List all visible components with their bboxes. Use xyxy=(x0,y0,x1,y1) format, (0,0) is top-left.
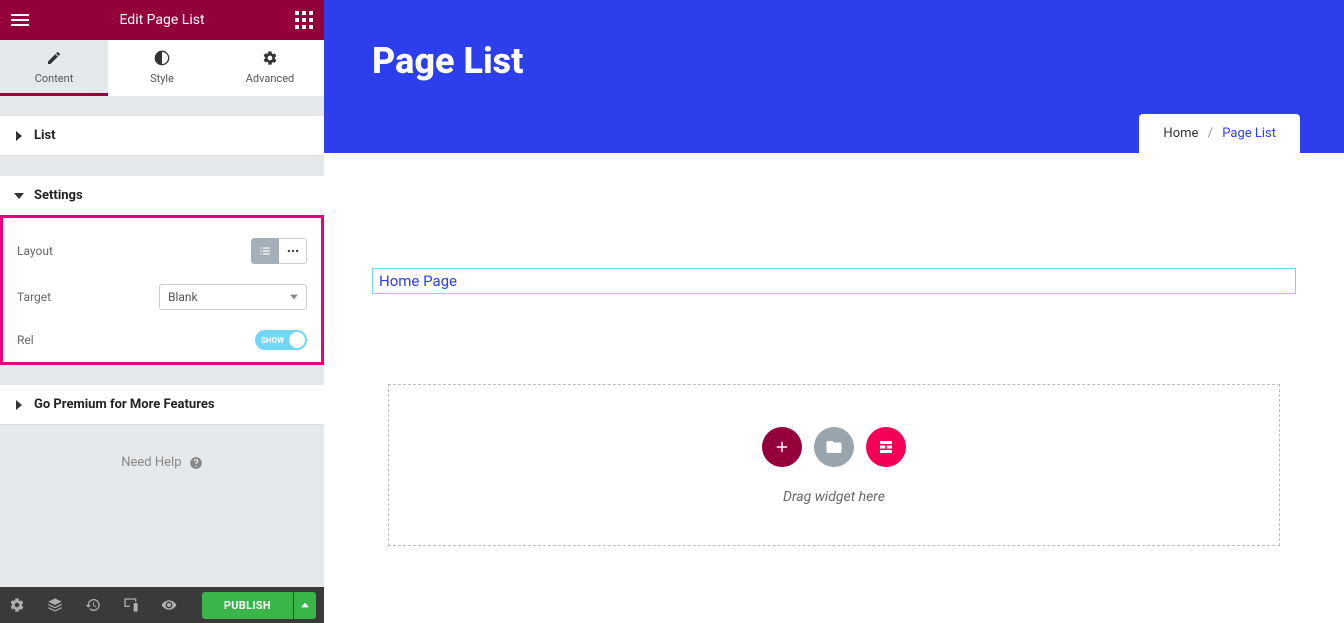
add-section-button[interactable] xyxy=(762,427,802,467)
section-list-label: List xyxy=(34,128,56,143)
caret-down-icon xyxy=(290,293,298,301)
spacer xyxy=(0,365,324,385)
page-list-widget[interactable]: Home Page xyxy=(372,268,1296,294)
panel-tabs: Content Style Advanced xyxy=(0,40,324,96)
target-select[interactable]: Blank xyxy=(159,284,307,310)
section-premium-label: Go Premium for More Features xyxy=(34,397,215,412)
section-settings[interactable]: Settings xyxy=(0,176,324,215)
breadcrumb: Home / Page List xyxy=(1139,114,1300,153)
preview-button[interactable] xyxy=(160,596,178,614)
responsive-button[interactable] xyxy=(122,596,140,614)
panel-header: Edit Page List xyxy=(0,0,324,40)
kit-icon xyxy=(877,438,895,456)
breadcrumb-current: Page List xyxy=(1222,126,1276,141)
dropzone-label: Drag widget here xyxy=(389,489,1279,505)
caret-right-icon xyxy=(14,131,24,141)
content-area: Home Page Drag widget here xyxy=(324,153,1344,586)
panel-footer: Publish xyxy=(0,587,324,623)
tab-advanced-label: Advanced xyxy=(246,72,294,85)
pencil-icon xyxy=(46,50,62,66)
tab-content[interactable]: Content xyxy=(0,40,108,96)
add-kit-button[interactable] xyxy=(866,427,906,467)
menu-icon[interactable] xyxy=(8,8,32,32)
target-select-value: Blank xyxy=(168,290,198,304)
caret-down-icon xyxy=(14,191,24,201)
widgets-grid-icon[interactable] xyxy=(292,8,316,32)
plus-icon xyxy=(773,438,791,456)
section-premium[interactable]: Go Premium for More Features xyxy=(0,385,324,425)
settings-button[interactable] xyxy=(8,596,26,614)
add-template-button[interactable] xyxy=(814,427,854,467)
tab-style[interactable]: Style xyxy=(108,40,216,96)
section-settings-label: Settings xyxy=(34,188,83,203)
settings-body: Layout Target Blank Rel xyxy=(0,215,324,365)
layers-icon xyxy=(47,597,63,613)
rel-switch[interactable]: SHOW xyxy=(255,330,307,350)
panel-title: Edit Page List xyxy=(0,12,324,28)
layout-list-option[interactable] xyxy=(251,238,279,264)
list-icon xyxy=(258,244,272,258)
panel-body: List Settings Layout Target xyxy=(0,96,324,587)
help-icon xyxy=(189,456,203,470)
target-row: Target Blank xyxy=(17,274,307,320)
publish-options-button[interactable] xyxy=(294,592,316,619)
breadcrumb-home[interactable]: Home xyxy=(1163,126,1198,141)
gear-icon xyxy=(9,597,25,613)
tab-advanced[interactable]: Advanced xyxy=(216,40,324,96)
layout-choose xyxy=(251,238,307,264)
rel-label: Rel xyxy=(17,333,34,347)
folder-icon xyxy=(825,438,843,456)
rel-row: Rel SHOW xyxy=(17,320,307,350)
layout-label: Layout xyxy=(17,244,53,258)
publish-group: Publish xyxy=(202,592,316,619)
history-button[interactable] xyxy=(84,596,102,614)
spacer xyxy=(0,96,324,116)
tab-style-label: Style xyxy=(150,72,174,85)
responsive-icon xyxy=(123,597,139,613)
navigator-button[interactable] xyxy=(46,596,64,614)
hero-title: Page List xyxy=(372,40,523,82)
breadcrumb-separator: / xyxy=(1208,126,1213,141)
dots-icon xyxy=(286,244,300,258)
hero-banner: Page List Home / Page List xyxy=(324,0,1344,153)
preview-area: Page List Home / Page List Home Page xyxy=(324,0,1344,623)
caret-up-icon xyxy=(301,601,309,609)
editor-panel: Edit Page List Content Style Advanced Li… xyxy=(0,0,324,623)
section-list[interactable]: List xyxy=(0,116,324,156)
dropzone-buttons xyxy=(389,427,1279,467)
caret-right-icon xyxy=(14,400,24,410)
dropzone[interactable]: Drag widget here xyxy=(388,384,1280,546)
eye-icon xyxy=(161,597,177,613)
history-icon xyxy=(85,597,101,613)
spacer xyxy=(0,156,324,176)
switch-knob xyxy=(289,332,305,348)
tab-content-label: Content xyxy=(35,72,74,85)
gear-icon xyxy=(262,50,278,66)
target-label: Target xyxy=(17,290,51,304)
layout-more-option[interactable] xyxy=(279,238,307,264)
contrast-icon xyxy=(154,50,170,66)
publish-button[interactable]: Publish xyxy=(202,592,293,619)
page-list-item[interactable]: Home Page xyxy=(379,272,457,290)
need-help[interactable]: Need Help xyxy=(0,425,324,500)
need-help-label: Need Help xyxy=(121,455,181,470)
layout-row: Layout xyxy=(17,228,307,274)
rel-switch-label: SHOW xyxy=(261,336,284,345)
